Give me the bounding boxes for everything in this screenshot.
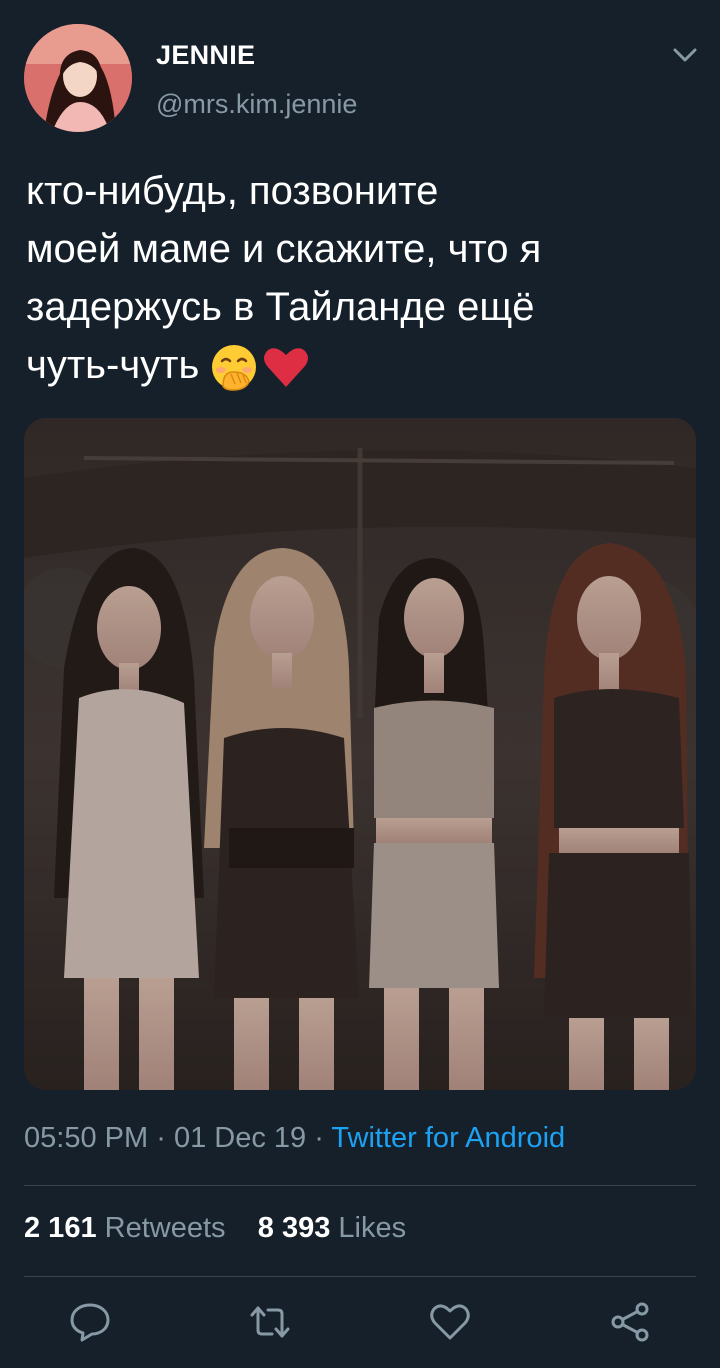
tweet-source-link[interactable]: Twitter for Android: [331, 1122, 565, 1154]
retweets-label: Retweets: [104, 1212, 226, 1244]
divider: [24, 1276, 696, 1277]
likes-stat[interactable]: 8 393 Likes: [258, 1212, 406, 1244]
likes-count: 8 393: [257, 1212, 331, 1244]
photo-image: [24, 418, 696, 1090]
chevron-down-icon[interactable]: [670, 40, 700, 70]
avatar-image: [24, 24, 132, 132]
meta-separator: ·: [156, 1122, 166, 1154]
retweet-icon[interactable]: [248, 1300, 292, 1344]
tweet-text-line: моей маме и скажите, что я: [26, 227, 542, 271]
tweet-photo[interactable]: [24, 418, 696, 1090]
heart-icon[interactable]: [428, 1300, 472, 1344]
meta-separator: ·: [314, 1122, 324, 1154]
tweet-text: кто-нибудь, позвоните моей маме и скажит…: [26, 162, 666, 394]
author-handle[interactable]: @mrs.kim.jennie: [156, 89, 357, 120]
tweet-text-line: чуть-чуть: [26, 336, 666, 394]
tweet-date: 01 Dec 19: [173, 1122, 307, 1154]
tweet-text-line: кто-нибудь, позвоните: [26, 169, 439, 213]
hand-over-mouth-emoji: [212, 345, 257, 392]
tweet-text-line-content: чуть-чуть: [26, 343, 200, 387]
likes-label: Likes: [338, 1212, 407, 1244]
tweet-detail: JENNIE @mrs.kim.jennie кто-нибудь, позво…: [0, 0, 720, 1368]
red-heart-emoji: [264, 348, 309, 388]
retweets-count: 2 161: [24, 1212, 97, 1244]
tweet-stats: 2 161 Retweets 8 393 Likes: [24, 1212, 406, 1245]
retweets-stat[interactable]: 2 161 Retweets: [24, 1212, 226, 1244]
tweet-timestamp-line: 05:50 PM · 01 Dec 19 · Twitter for Andro…: [24, 1122, 565, 1155]
tweet-text-line: задержусь в Тайланде ещё: [26, 285, 535, 329]
share-icon[interactable]: [608, 1300, 652, 1344]
divider: [24, 1185, 696, 1186]
tweet-time: 05:50 PM: [24, 1122, 149, 1154]
author-avatar[interactable]: [24, 24, 132, 132]
author-display-name[interactable]: JENNIE: [156, 40, 255, 71]
reply-icon[interactable]: [68, 1300, 112, 1344]
